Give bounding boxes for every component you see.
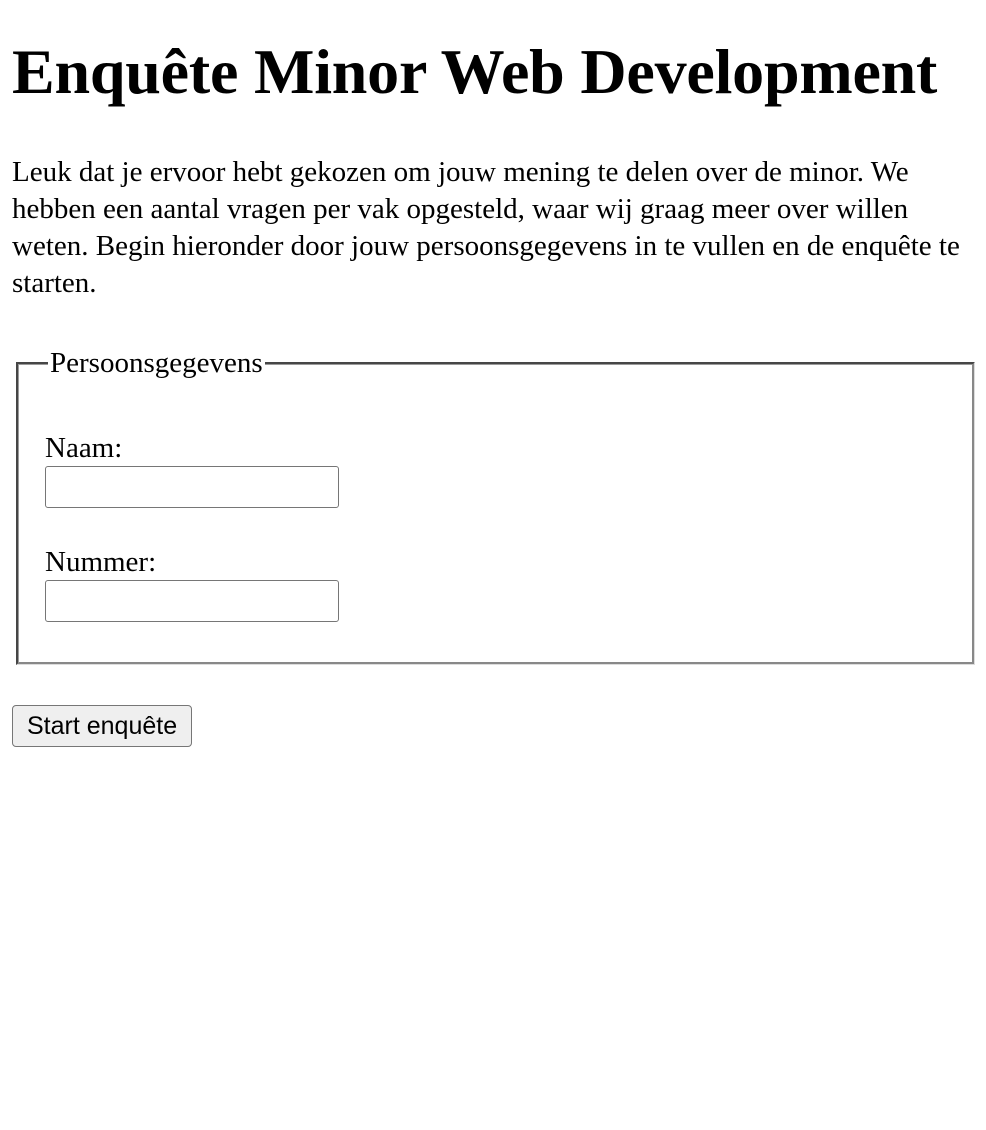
survey-form: Persoonsgegevens Naam: Nummer: Start enq… bbox=[12, 349, 975, 747]
intro-text: Leuk dat je ervoor hebt gekozen om jouw … bbox=[12, 156, 960, 299]
start-survey-button[interactable]: Start enquête bbox=[12, 705, 193, 747]
naam-input[interactable] bbox=[45, 466, 339, 508]
nummer-label: Nummer: bbox=[45, 546, 157, 578]
nummer-input[interactable] bbox=[45, 580, 339, 622]
personal-details-fieldset: Persoonsgegevens Naam: Nummer: bbox=[16, 349, 975, 665]
page-title: Enquête Minor Web Development bbox=[12, 36, 938, 107]
fieldset-legend: Persoonsgegevens bbox=[50, 347, 263, 379]
naam-label: Naam: bbox=[45, 432, 123, 464]
